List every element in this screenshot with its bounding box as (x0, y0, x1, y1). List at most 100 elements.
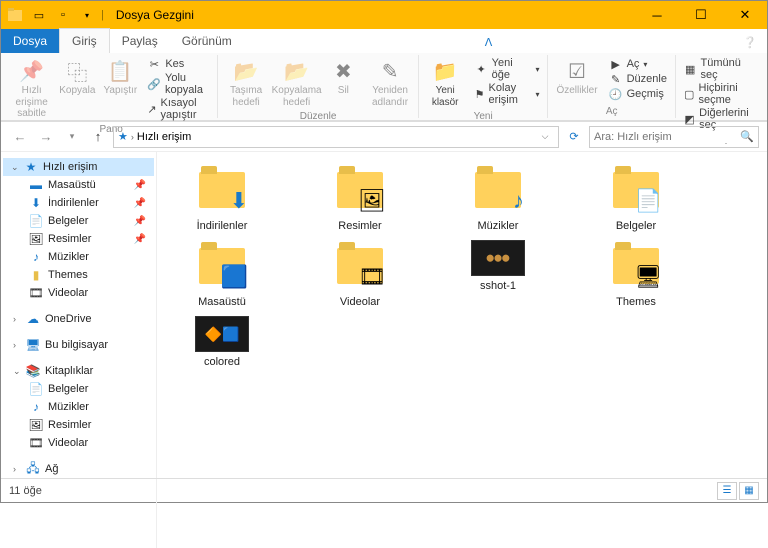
back-button[interactable]: ← (9, 126, 31, 148)
group-label-new: Yeni (423, 110, 544, 123)
close-button[interactable]: ✕ (723, 1, 767, 29)
sidebar-item-themes[interactable]: ▮Themes (3, 266, 154, 284)
file-item[interactable]: 🖼Resimler (305, 164, 415, 232)
sidebar-item-lib-pics[interactable]: 🖼Resimler (3, 416, 154, 434)
refresh-button[interactable]: ⟳ (563, 130, 585, 143)
ribbon-group-select: ▦Tümünü seç ▢Hiçbirini seçme ◩Diğerlerin… (676, 55, 763, 118)
moveto-button[interactable]: 📂Taşıma hedefi (222, 55, 269, 110)
selectnone-button[interactable]: ▢Hiçbirini seçme (684, 82, 755, 106)
copypath-button[interactable]: 🔗Yolu kopyala (147, 72, 209, 96)
edit-button[interactable]: ✎Düzenle (609, 72, 667, 86)
address-bar[interactable]: ★ › Hızlı erişim ⌵ (113, 126, 559, 148)
open-button[interactable]: ▶Aç▾ (609, 57, 667, 71)
delete-button[interactable]: ✖Sil (323, 55, 363, 110)
file-item[interactable]: 📄Belgeler (581, 164, 691, 232)
file-item[interactable]: ♪Müzikler (443, 164, 553, 232)
rename-icon: ✎ (376, 57, 404, 85)
titlebar: ▭ ▫ ▾ | Dosya Gezgini ─ ☐ ✕ (1, 1, 767, 29)
paste-icon: 📋 (106, 57, 134, 85)
selectall-button[interactable]: ▦Tümünü seç (684, 57, 755, 81)
thumbnail: ⬤⬤⬤ (471, 240, 525, 276)
sidebar-item-thispc[interactable]: ›🖥Bu bilgisayar (3, 336, 154, 354)
delete-icon: ✖ (329, 57, 357, 85)
copyto-button[interactable]: 📂Kopyalama hedefi (273, 55, 320, 110)
folder-icon: ⬇ (192, 164, 252, 216)
sidebar-item-quickaccess[interactable]: ⌄★Hızlı erişim (3, 158, 154, 176)
search-icon[interactable]: 🔍 (740, 130, 754, 143)
address-dropdown[interactable]: ⌵ (536, 131, 554, 142)
pin-icon: 📌 (134, 198, 146, 209)
folder-icon: 🎞 (330, 240, 390, 292)
pin-icon: 📌 (134, 216, 146, 227)
search-input[interactable] (594, 131, 736, 143)
sidebar-item-videos[interactable]: 🎞Videolar (3, 284, 154, 302)
file-item[interactable]: 🖥 Themes (581, 240, 691, 308)
ribbon-collapse-icon[interactable]: ᐱ (475, 32, 503, 53)
file-item[interactable]: 🎞 Videolar (305, 240, 415, 308)
tab-home[interactable]: Giriş (59, 28, 110, 53)
properties-icon: ☑ (563, 57, 591, 85)
open-icon: ▶ (609, 57, 623, 71)
forward-button[interactable]: → (35, 126, 57, 148)
ribbon-group-open: ☑Özellikler ▶Aç▾ ✎Düzenle 🕘Geçmiş Aç (548, 55, 675, 118)
tab-share[interactable]: Paylaş (110, 29, 170, 53)
file-item[interactable]: ⬤⬤⬤ sshot-1 (443, 240, 553, 308)
rename-button[interactable]: ✎Yeniden adlandır (366, 55, 413, 110)
invert-icon: ◩ (684, 112, 695, 126)
file-label: Belgeler (616, 220, 656, 232)
minimize-button[interactable]: ─ (635, 1, 679, 29)
properties-button[interactable]: ☑Özellikler (552, 55, 601, 105)
folder-icon: 🟦 (192, 240, 252, 292)
history-button[interactable]: 🕘Geçmiş (609, 87, 667, 101)
up-button[interactable]: ↑ (87, 126, 109, 148)
file-item[interactable]: ⬇İndirilenler (167, 164, 277, 232)
file-item[interactable]: 🔶🟦colored (167, 316, 277, 368)
copy-button[interactable]: ⿻Kopyala (57, 55, 97, 123)
file-label: Videolar (340, 296, 380, 308)
cut-button[interactable]: ✂Kes (147, 57, 209, 71)
statusbar: 11 öğe ☰ ▦ (1, 478, 767, 502)
pin-icon: 📌 (18, 57, 46, 85)
pasteshortcut-button[interactable]: ↗Kısayol yapıştır (147, 97, 209, 121)
details-view-button[interactable]: ☰ (717, 482, 737, 500)
sidebar-item-onedrive[interactable]: ›☁OneDrive (3, 310, 154, 328)
selectall-icon: ▦ (684, 62, 697, 76)
pin-icon: 📌 (134, 234, 146, 245)
file-label: sshot-1 (480, 280, 516, 292)
app-icon (5, 5, 25, 25)
folder-icon: 🖥 (606, 240, 666, 292)
qat-dropdown-icon[interactable]: ▾ (77, 5, 97, 25)
pin-quickaccess-button[interactable]: 📌Hızlı erişime sabitle (9, 55, 54, 123)
file-label: Themes (616, 296, 656, 308)
search-box[interactable]: 🔍 (589, 126, 759, 148)
paste-button[interactable]: 📋Yapıştır (100, 55, 140, 123)
qat-newfolder-icon[interactable]: ▫ (53, 5, 73, 25)
file-item[interactable]: 🟦Masaüstü (167, 240, 277, 308)
sidebar-item-desktop[interactable]: ▬Masaüstü📌 (3, 176, 154, 194)
sidebar-item-downloads[interactable]: ⬇İndirilenler📌 (3, 194, 154, 212)
qat-properties-icon[interactable]: ▭ (29, 5, 49, 25)
sidebar-item-music[interactable]: ♪Müzikler (3, 248, 154, 266)
sidebar-item-network[interactable]: ›🖧Ağ (3, 460, 154, 478)
tab-file[interactable]: Dosya (1, 29, 59, 53)
sidebar-item-lib-vids[interactable]: 🎞Videolar (3, 434, 154, 452)
maximize-button[interactable]: ☐ (679, 1, 723, 29)
folder-icon: 🖼 (330, 164, 390, 216)
help-icon[interactable]: ❔ (733, 32, 767, 53)
history-icon: 🕘 (609, 87, 623, 101)
icons-view-button[interactable]: ▦ (739, 482, 759, 500)
breadcrumb[interactable]: Hızlı erişim (137, 131, 191, 143)
status-count: 11 öğe (9, 485, 42, 497)
sidebar-item-lib-docs[interactable]: 📄Belgeler (3, 380, 154, 398)
sidebar-item-documents[interactable]: 📄Belgeler📌 (3, 212, 154, 230)
newitem-button[interactable]: ✦Yeni öğe▾ (475, 57, 540, 81)
quickaccess-icon: ★ (118, 130, 128, 143)
tab-view[interactable]: Görünüm (170, 29, 244, 53)
easyaccess-button[interactable]: ⚑Kolay erişim▾ (475, 82, 540, 106)
sidebar-item-pictures[interactable]: 🖼Resimler📌 (3, 230, 154, 248)
sidebar-item-lib-music[interactable]: ♪Müzikler (3, 398, 154, 416)
newfolder-button[interactable]: 📁Yeni klasör (423, 55, 468, 110)
ribbon-group-clipboard: 📌Hızlı erişime sabitle ⿻Kopyala 📋Yapıştı… (5, 55, 218, 118)
sidebar-item-libraries[interactable]: ⌄📚Kitaplıklar (3, 362, 154, 380)
recent-dropdown[interactable]: ▾ (61, 126, 83, 148)
